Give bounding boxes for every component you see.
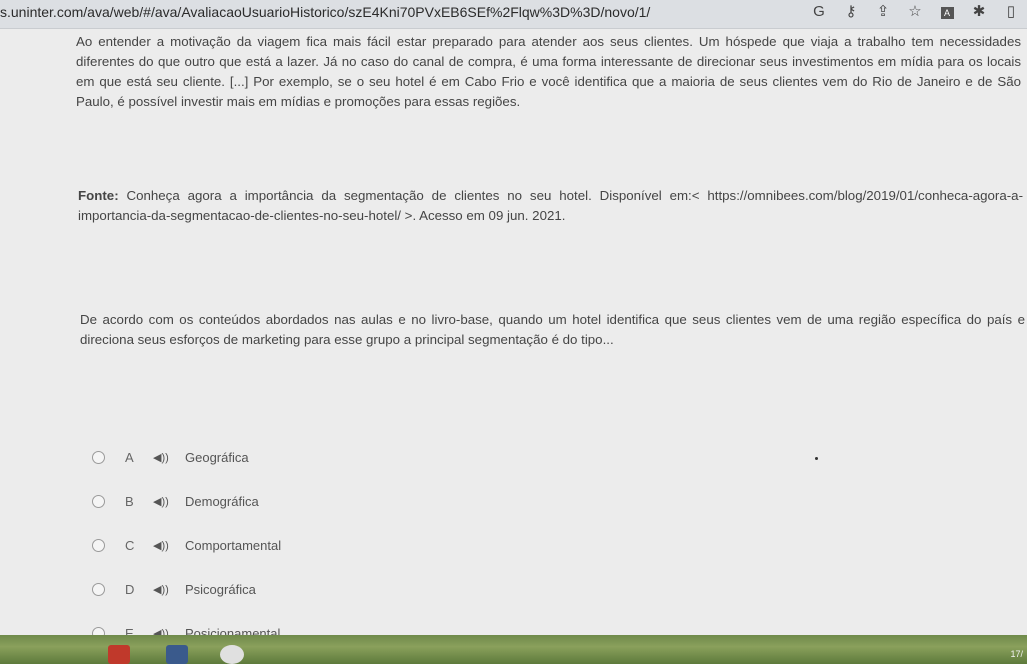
- question-prompt: De acordo com os conteúdos abordados nas…: [80, 312, 1025, 347]
- google-icon[interactable]: G: [811, 3, 827, 20]
- star-icon[interactable]: ☆: [907, 2, 923, 20]
- source-label: Fonte:: [78, 188, 119, 203]
- speaker-icon[interactable]: ◀)): [153, 539, 169, 552]
- option-b[interactable]: B ◀)) Demográfica: [92, 491, 259, 511]
- radio-button[interactable]: [92, 450, 105, 464]
- option-label: Demográfica: [185, 493, 259, 509]
- gear-icon[interactable]: [166, 645, 188, 664]
- speaker-icon[interactable]: ◀)): [153, 583, 169, 596]
- browser-toolbar: s.uninter.com/ava/web/#/ava/AvaliacaoUsu…: [0, 0, 1027, 29]
- extension-icon[interactable]: A: [939, 3, 955, 20]
- cursor-dot: [815, 457, 818, 460]
- clock: 17/: [1010, 649, 1023, 659]
- puzzle-icon[interactable]: ✱: [971, 2, 987, 20]
- option-label: Geográfica: [185, 449, 249, 465]
- share-icon[interactable]: ⇪: [875, 2, 891, 20]
- key-icon[interactable]: ⚷: [843, 2, 859, 20]
- option-c[interactable]: C ◀)) Comportamental: [92, 535, 281, 555]
- option-letter: A: [125, 449, 134, 465]
- source-citation: Fonte: Conheça agora a importância da se…: [78, 186, 1023, 226]
- option-d[interactable]: D ◀)) Psicográfica: [92, 579, 256, 599]
- taskbar: 17/: [0, 635, 1027, 664]
- speaker-icon[interactable]: ◀)): [153, 451, 169, 464]
- window-icon[interactable]: ▯: [1003, 2, 1019, 20]
- option-label: Psicográfica: [185, 581, 256, 597]
- option-letter: C: [125, 537, 135, 553]
- option-letter: D: [125, 581, 135, 597]
- chrome-icon[interactable]: [220, 645, 244, 664]
- address-bar[interactable]: s.uninter.com/ava/web/#/ava/AvaliacaoUsu…: [0, 4, 650, 20]
- radio-button[interactable]: [92, 538, 105, 552]
- context-paragraph: Ao entender a motivação da viagem fica m…: [76, 34, 1021, 109]
- question-content: Ao entender a motivação da viagem fica m…: [0, 29, 1027, 641]
- source-text: Conheça agora a importância da segmentaç…: [78, 188, 1024, 223]
- toolbar-icons: G ⚷ ⇪ ☆ A ✱ ▯: [811, 2, 1019, 21]
- option-letter: B: [125, 493, 134, 509]
- radio-button[interactable]: [92, 582, 105, 596]
- option-label: Comportamental: [185, 537, 282, 553]
- radio-button[interactable]: [92, 494, 105, 508]
- option-a[interactable]: A ◀)) Geográfica: [92, 447, 249, 467]
- speaker-icon[interactable]: ◀)): [153, 495, 169, 508]
- app-icon-red[interactable]: [108, 645, 130, 664]
